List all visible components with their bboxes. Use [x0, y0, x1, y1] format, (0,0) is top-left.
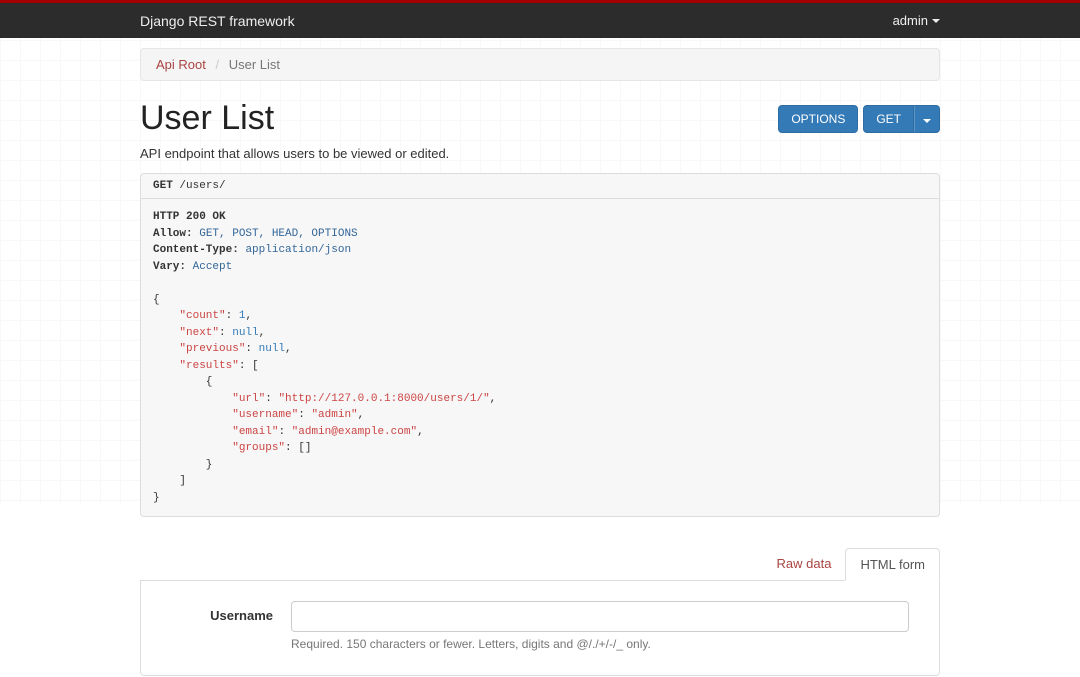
- request-method: GET: [153, 180, 173, 192]
- tab-raw-data[interactable]: Raw data: [763, 548, 846, 581]
- response-body: HTTP 200 OK Allow: GET, POST, HEAD, OPTI…: [140, 199, 940, 517]
- get-dropdown-button[interactable]: [914, 105, 940, 133]
- form-panel: Username Required. 150 characters or few…: [140, 581, 940, 676]
- username-label: Username: [171, 601, 291, 623]
- chevron-down-icon: [932, 19, 940, 23]
- chevron-down-icon: [923, 119, 931, 123]
- form-tabs: Raw data HTML form: [140, 547, 940, 581]
- username-field[interactable]: [291, 601, 909, 632]
- page-title: User List: [140, 99, 274, 138]
- get-button[interactable]: GET: [863, 105, 914, 133]
- options-button[interactable]: OPTIONS: [778, 105, 858, 133]
- page-description: API endpoint that allows users to be vie…: [140, 146, 940, 161]
- navbar: Django REST framework admin: [0, 3, 1080, 38]
- request-path: /users/: [179, 180, 225, 192]
- user-menu[interactable]: admin: [893, 13, 940, 28]
- tab-html-form[interactable]: HTML form: [845, 548, 940, 581]
- breadcrumb-current: User List: [229, 57, 280, 72]
- breadcrumb: Api Root / User List: [140, 48, 940, 81]
- user-menu-label: admin: [893, 13, 928, 28]
- brand-link[interactable]: Django REST framework: [140, 13, 295, 29]
- username-help: Required. 150 characters or fewer. Lette…: [291, 637, 909, 651]
- breadcrumb-root-link[interactable]: Api Root: [156, 57, 206, 72]
- request-line: GET /users/: [140, 173, 940, 199]
- breadcrumb-sep: /: [216, 57, 220, 72]
